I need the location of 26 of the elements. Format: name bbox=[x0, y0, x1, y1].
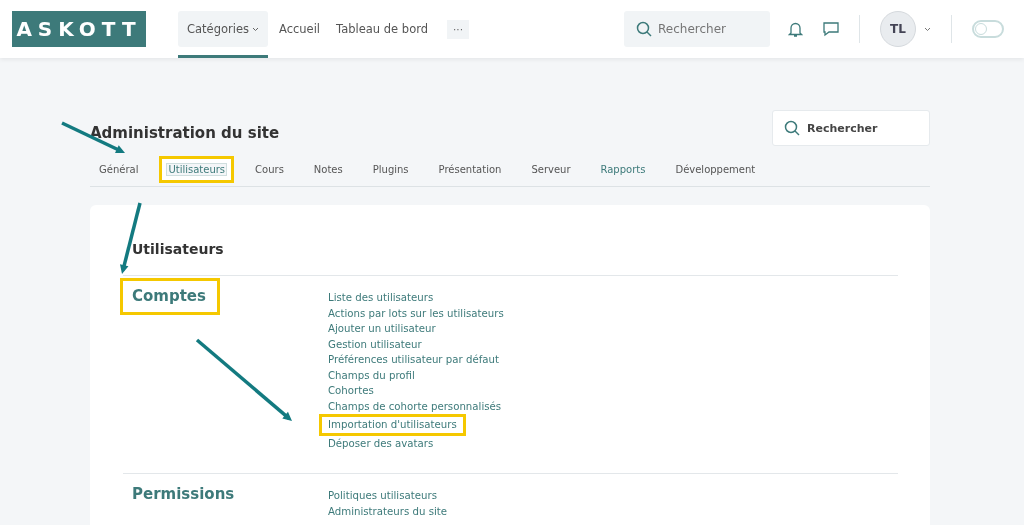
caret-icon[interactable] bbox=[924, 26, 931, 32]
search-field[interactable]: Rechercher bbox=[772, 110, 930, 146]
caret-icon bbox=[252, 26, 259, 32]
tab[interactable]: Développement bbox=[666, 156, 765, 183]
tab[interactable]: Notes bbox=[304, 156, 352, 183]
logo[interactable]: ASKOTT bbox=[12, 11, 146, 47]
bell-icon[interactable] bbox=[788, 20, 803, 38]
chat-icon[interactable] bbox=[823, 21, 839, 37]
admin-link[interactable]: Importation d'utilisateurs bbox=[319, 414, 466, 436]
category-title: Permissions bbox=[131, 484, 236, 505]
search-field[interactable]: Rechercher bbox=[624, 11, 770, 47]
toggle-switch[interactable] bbox=[972, 20, 1004, 38]
tab[interactable]: Présentation bbox=[429, 156, 511, 183]
user-avatar[interactable]: TL bbox=[880, 11, 916, 47]
nav-link[interactable]: Tableau de bord bbox=[331, 11, 433, 47]
section-heading: Utilisateurs bbox=[132, 241, 225, 257]
nav-link[interactable]: Accueil bbox=[274, 11, 326, 47]
more-button[interactable]: ··· bbox=[447, 19, 469, 39]
tab[interactable]: Plugins bbox=[363, 156, 418, 183]
tab[interactable]: Général bbox=[90, 156, 148, 183]
tab[interactable]: Serveur bbox=[522, 156, 580, 183]
page-title: Administration du site bbox=[90, 124, 280, 142]
tab[interactable]: Utilisateurs bbox=[159, 156, 235, 183]
category-title: Comptes bbox=[120, 278, 220, 315]
tab[interactable]: Rapports bbox=[591, 156, 655, 183]
tab[interactable]: Cours bbox=[246, 156, 293, 183]
